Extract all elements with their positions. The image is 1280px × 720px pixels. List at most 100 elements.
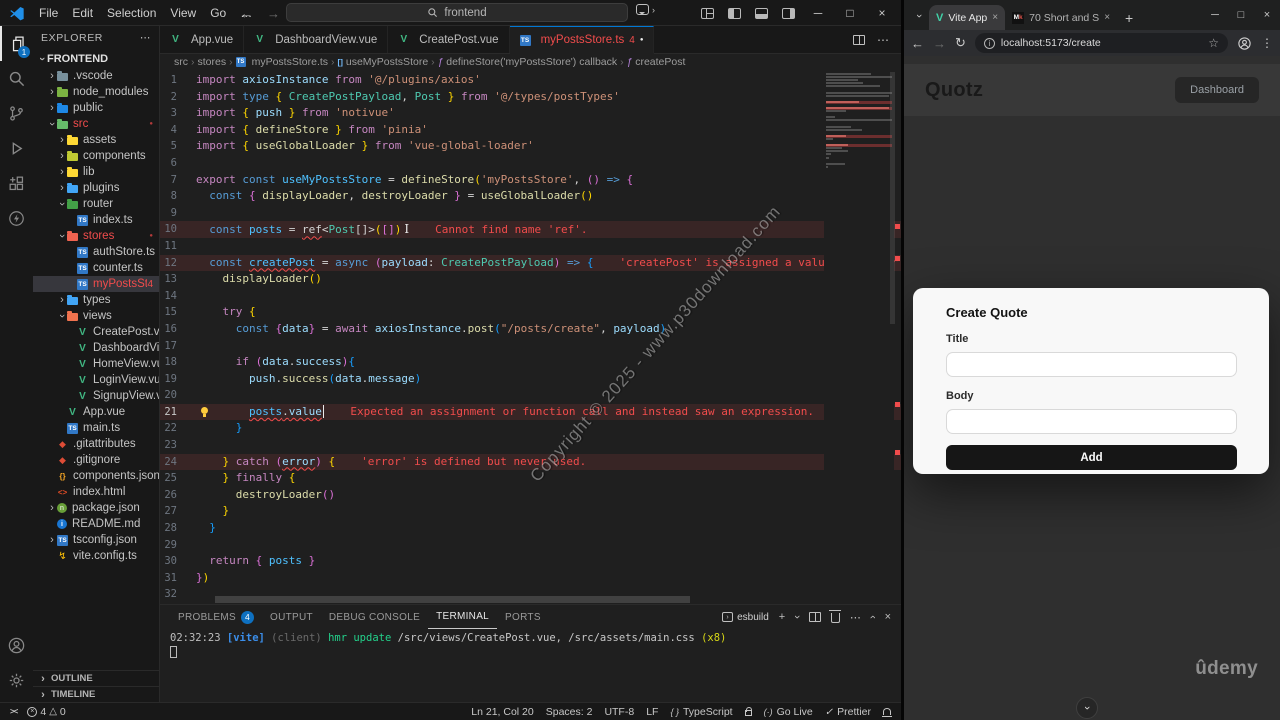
breadcrumb-item[interactable]: ƒcreatePost [627,56,686,68]
nav-forward-icon[interactable]: → [267,6,280,21]
panel-tab-output[interactable]: OUTPUT [262,605,321,629]
profile-avatar-icon[interactable] [1237,36,1252,51]
split-editor-icon[interactable] [853,35,865,45]
tree-item-lib[interactable]: ›lib [33,164,159,180]
tree-item-HomeView.vue[interactable]: VHomeView.vue [33,356,159,372]
panel-more-icon[interactable]: ⋯ [850,611,861,624]
terminal-output[interactable]: 02:32:23 [vite] (client) hmr update /src… [160,629,901,702]
panel-tab-terminal[interactable]: TERMINAL [428,605,497,629]
toggle-sidebar-icon[interactable] [728,8,741,19]
code-line-15[interactable]: 15 try { [160,304,901,321]
title-input[interactable] [946,352,1237,377]
horizontal-scrollbar[interactable] [215,596,690,603]
status-bell[interactable] [883,708,891,715]
tree-item-components[interactable]: ›components [33,148,159,164]
code-line-22[interactable]: 22 } [160,420,901,437]
tree-item-myPostsSt...[interactable]: TSmyPostsSt...4 [33,276,159,292]
add-button[interactable]: Add [946,445,1237,470]
new-terminal-icon[interactable]: + [779,611,785,623]
code-line-31[interactable]: 31}) [160,570,901,587]
menu-item-selection[interactable]: Selection [100,6,163,20]
panel-tab-problems[interactable]: PROBLEMS4 [170,605,262,629]
tree-item-views[interactable]: ›views [33,308,159,324]
extensions-activity-icon[interactable] [0,166,33,201]
tree-item-LoginView.vue[interactable]: VLoginView.vue [33,372,159,388]
tree-item-counter.ts[interactable]: TScounter.ts [33,260,159,276]
code-line-11[interactable]: 11 [160,238,901,255]
address-bar[interactable]: i localhost:5173/create ☆ [975,33,1228,53]
body-input[interactable] [946,409,1237,434]
status-prettier[interactable]: Prettier [825,706,871,718]
maximize-button[interactable]: □ [841,6,859,20]
code-line-23[interactable]: 23 [160,437,901,454]
tab-DashboardView.vue[interactable]: VDashboardView.vue [244,26,388,53]
menu-item-edit[interactable]: Edit [65,6,100,20]
breadcrumb-item[interactable]: stores [198,56,227,68]
problems-status[interactable]: × 4 △ 0 [27,706,65,718]
status-spaces-2[interactable]: Spaces: 2 [546,706,593,718]
tree-item-index.ts[interactable]: TSindex.ts [33,212,159,228]
menu-item-view[interactable]: View [163,6,203,20]
minimap[interactable] [824,70,894,604]
code-line-26[interactable]: 26 destroyLoader() [160,487,901,504]
browser-forward-icon[interactable]: → [933,36,946,51]
status-utf-8[interactable]: UTF-8 [604,706,634,718]
thunder-extension-icon[interactable] [0,201,33,236]
browser-tab-1[interactable]: Mk70 Short and S× [1005,5,1117,30]
code-line-19[interactable]: 19 push.success(data.message) [160,371,901,388]
code-line-29[interactable]: 29 [160,537,901,554]
tree-item-plugins[interactable]: ›plugins [33,180,159,196]
tab-App.vue[interactable]: VApp.vue [160,26,244,53]
tree-item-index.html[interactable]: <>index.html [33,484,159,500]
tree-item-.gitignore[interactable]: ◆.gitignore [33,452,159,468]
site-info-icon[interactable]: i [984,38,995,49]
tree-item-components.json[interactable]: {}components.json [33,468,159,484]
tree-item-authStore.ts[interactable]: TSauthStore.ts [33,244,159,260]
browser-tab-0[interactable]: VVite App× [929,5,1005,30]
browser-minimize-button[interactable]: ─ [1202,9,1228,21]
toggle-panel-icon[interactable] [755,8,768,19]
tree-item-types[interactable]: ›types [33,292,159,308]
lightbulb-icon[interactable] [201,407,208,414]
toggle-secondary-sidebar-icon[interactable] [782,8,795,19]
breadcrumb-item[interactable]: []useMyPostsStore [338,56,429,68]
tree-item-assets[interactable]: ›assets [33,132,159,148]
code-line-27[interactable]: 27 } [160,503,901,520]
section-outline[interactable]: ›OUTLINE [33,670,159,686]
code-line-16[interactable]: 16 const {data} = await axiosInstance.po… [160,321,901,338]
tab-search-icon[interactable]: › [909,6,929,26]
section-timeline[interactable]: ›TIMELINE [33,686,159,702]
code-line-13[interactable]: 13 displayLoader() [160,271,901,288]
code-line-20[interactable]: 20 [160,387,901,404]
code-line-2[interactable]: 2import type { CreatePostPayload, Post }… [160,89,901,106]
code-line-21[interactable]: 21 posts.valueExpected an assignment or … [160,404,901,421]
scroll-down-button[interactable]: › [1076,697,1098,719]
breadcrumb-item[interactable]: ƒdefineStore('myPostsStore') callback [438,56,617,68]
browser-refresh-icon[interactable]: ↻ [955,35,966,51]
terminal-instance[interactable]: › esbuild [722,612,769,623]
explorer-more-icon[interactable]: ⋯ [140,32,151,44]
tab-close-icon[interactable]: × [1104,12,1110,23]
code-line-5[interactable]: 5import { useGlobalLoader } from 'vue-gl… [160,138,901,155]
dashboard-button[interactable]: Dashboard [1175,77,1259,103]
status-lock[interactable] [745,707,752,716]
tree-item-vite.config.ts[interactable]: ↯vite.config.ts [33,548,159,564]
explorer-activity-icon[interactable]: 1 [0,26,33,61]
maximize-panel-icon[interactable]: › [867,615,879,619]
customize-layout-icon[interactable] [701,8,714,19]
tree-item-public[interactable]: ›public [33,100,159,116]
browser-menu-icon[interactable]: ⋮ [1261,36,1273,50]
status-ln-21-col-20[interactable]: Ln 21, Col 20 [471,706,533,718]
tab-myPostsStore.ts[interactable]: TSmyPostsStore.ts4● [510,26,655,54]
status-typescript[interactable]: TypeScript [670,706,732,718]
remote-indicator-icon[interactable]: >< [10,707,17,716]
menu-item-file[interactable]: File [32,6,65,20]
command-center[interactable]: frontend [286,3,628,22]
kill-terminal-icon[interactable] [831,613,840,623]
minimize-button[interactable]: ─ [809,6,827,20]
code-line-4[interactable]: 4import { defineStore } from 'pinia' [160,122,901,139]
code-line-18[interactable]: 18 if (data.success){ [160,354,901,371]
tree-item-DashboardView...[interactable]: VDashboardView... [33,340,159,356]
status-lf[interactable]: LF [646,706,658,718]
browser-back-icon[interactable]: ← [911,36,924,51]
